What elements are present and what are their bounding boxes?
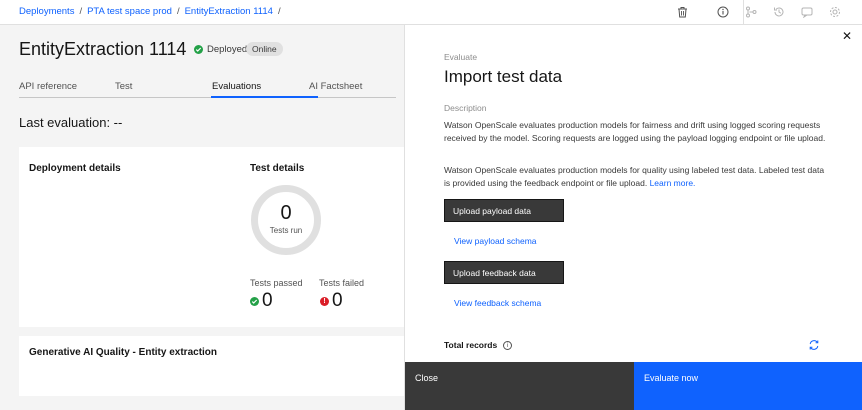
panel-eyebrow: Evaluate — [444, 52, 478, 62]
tests-failed-stat: ! 0 — [320, 290, 343, 312]
tab-test[interactable]: Test — [115, 81, 132, 92]
breadcrumb-deployment[interactable]: EntityExtraction 1114 — [185, 6, 273, 17]
breadcrumb-separator: / — [79, 6, 83, 17]
breadcrumb: Deployments / PTA test space prod / Enti… — [19, 6, 281, 17]
learn-more-link[interactable]: Learn more. — [650, 178, 696, 188]
tab-evaluations[interactable]: Evaluations — [212, 81, 261, 92]
panel-footer: Close Evaluate now — [405, 362, 862, 410]
close-icon[interactable]: ✕ — [840, 29, 854, 43]
breadcrumb-separator: / — [277, 6, 281, 17]
tab-api-reference[interactable]: API reference — [19, 81, 77, 92]
active-tab-indicator — [211, 96, 318, 98]
breadcrumb-space[interactable]: PTA test space prod — [87, 6, 172, 17]
last-evaluation: Last evaluation: -- — [19, 115, 123, 130]
view-payload-schema-link[interactable]: View payload schema — [454, 236, 537, 246]
info-icon[interactable] — [716, 5, 730, 19]
trash-icon[interactable] — [675, 5, 689, 19]
deployment-page: EntityExtraction 1114 Deployed Online AP… — [0, 25, 404, 410]
description-paragraph-2: Watson OpenScale evaluates production mo… — [444, 164, 829, 190]
total-records: Total records i — [444, 340, 513, 350]
toolbar-icons — [675, 5, 842, 19]
details-card: Deployment details Test details 0 Tests … — [19, 147, 404, 327]
tab-ai-factsheet[interactable]: AI Factsheet — [309, 81, 362, 92]
description-label: Description — [444, 103, 487, 113]
page-title: EntityExtraction 1114 — [19, 39, 187, 59]
total-records-label: Total records — [444, 340, 498, 350]
deployment-details-heading: Deployment details — [29, 163, 121, 174]
settings-icon[interactable] — [828, 5, 842, 19]
close-button[interactable]: Close — [405, 362, 634, 410]
history-icon[interactable] — [772, 5, 786, 19]
tests-run-label: Tests run — [269, 226, 303, 235]
breadcrumb-deployments[interactable]: Deployments — [19, 6, 74, 17]
quality-card: Generative AI Quality - Entity extractio… — [19, 336, 404, 396]
chat-icon[interactable] — [800, 5, 814, 19]
view-feedback-schema-link[interactable]: View feedback schema — [454, 298, 541, 308]
deployment-status: Deployed — [194, 44, 247, 55]
quality-card-heading: Generative AI Quality - Entity extractio… — [29, 347, 218, 358]
refresh-icon[interactable] — [808, 338, 820, 350]
tests-passed-value: 0 — [262, 290, 273, 311]
tests-failed-value: 0 — [332, 290, 343, 311]
flow-icon[interactable] — [744, 5, 758, 19]
tab-bar: API reference Test Evaluations AI Factsh… — [19, 78, 396, 98]
tests-passed-stat: 0 — [250, 290, 273, 312]
tests-failed-label: Tests failed — [319, 278, 365, 288]
upload-payload-button[interactable]: Upload payload data — [444, 199, 564, 222]
status-text: Deployed — [207, 44, 248, 55]
breadcrumb-separator: / — [176, 6, 180, 17]
tests-passed-label: Tests passed — [250, 278, 303, 288]
tests-run-count: 0 — [280, 202, 292, 224]
evaluate-now-button[interactable]: Evaluate now — [634, 362, 862, 410]
panel-title: Import test data — [444, 67, 563, 86]
checkmark-icon — [194, 45, 203, 54]
upload-feedback-button[interactable]: Upload feedback data — [444, 261, 564, 284]
status-badge: Online — [246, 42, 283, 56]
error-icon: ! — [320, 296, 329, 306]
info-icon[interactable]: i — [503, 340, 513, 350]
test-details-heading: Test details — [250, 163, 305, 174]
import-test-data-panel: ✕ Evaluate Import test data Description … — [404, 25, 862, 410]
top-bar: Deployments / PTA test space prod / Enti… — [0, 0, 862, 25]
checkmark-icon — [250, 296, 259, 306]
description-paragraph-1: Watson OpenScale evaluates production mo… — [444, 120, 826, 143]
description-paragraph-2-text: Watson OpenScale evaluates production mo… — [444, 165, 825, 188]
